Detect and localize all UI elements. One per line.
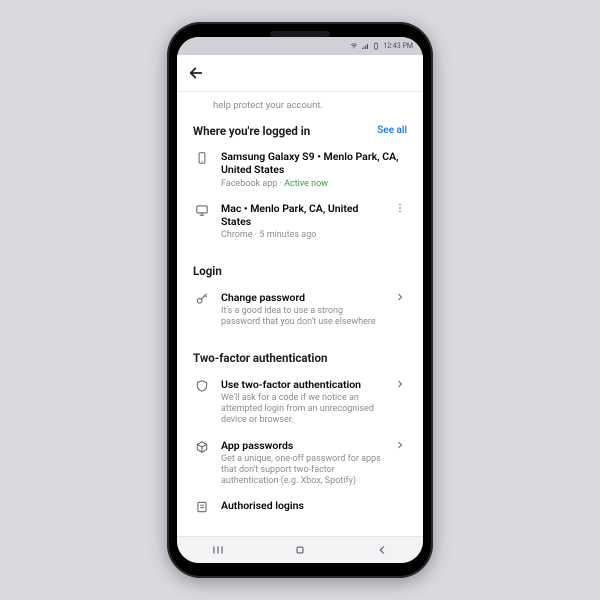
chevron-right-icon <box>393 378 407 390</box>
section-logged-in: Where you're logged in See all <box>193 124 407 138</box>
change-password-title: Change password <box>221 291 383 304</box>
session-row[interactable]: Mac • Menlo Park, CA, United States Chro… <box>193 196 407 248</box>
row-text: Change password It's a good idea to use … <box>221 291 383 329</box>
authorised-logins-row[interactable]: Authorised logins <box>193 493 407 516</box>
smartphone-icon <box>193 151 211 165</box>
cube-icon <box>193 440 211 454</box>
session-text: Mac • Menlo Park, CA, United States Chro… <box>221 202 383 242</box>
battery-icon <box>372 42 380 50</box>
truncated-hint: help protect your account. <box>213 100 407 112</box>
section-login: Login <box>193 264 407 278</box>
system-nav-bar <box>177 536 423 563</box>
desktop-icon <box>193 203 211 217</box>
change-password-row[interactable]: Change password It's a good idea to use … <box>193 285 407 335</box>
stage: 12:43 PM help protect your account. Wher… <box>0 0 600 600</box>
recents-button[interactable] <box>196 540 240 560</box>
section-logged-in-title: Where you're logged in <box>193 124 310 138</box>
settings-list: help protect your account. Where you're … <box>177 100 423 516</box>
session-device: Samsung Galaxy S9 • Menlo Park, CA, Unit… <box>221 150 407 176</box>
wifi-icon <box>350 42 358 50</box>
section-2fa-title: Two-factor authentication <box>193 351 327 365</box>
key-icon <box>193 292 211 306</box>
use-2fa-title: Use two-factor authentication <box>221 378 383 391</box>
use-2fa-row[interactable]: Use two-factor authentication We'll ask … <box>193 372 407 433</box>
section-login-title: Login <box>193 264 222 278</box>
see-all-link[interactable]: See all <box>377 125 407 138</box>
session-row-current[interactable]: Samsung Galaxy S9 • Menlo Park, CA, Unit… <box>193 144 407 196</box>
app-passwords-sub: Get a unique, one-off password for apps … <box>221 454 383 488</box>
app-bar <box>177 55 423 92</box>
session-more-button[interactable] <box>393 202 407 214</box>
scroll-body[interactable]: help protect your account. Where you're … <box>177 92 423 536</box>
row-text: Use two-factor authentication We'll ask … <box>221 378 383 427</box>
status-bar: 12:43 PM <box>177 37 423 55</box>
app-passwords-row[interactable]: App passwords Get a unique, one-off pass… <box>193 433 407 494</box>
session-device: Mac • Menlo Park, CA, United States <box>221 202 383 228</box>
divider <box>193 340 407 341</box>
chevron-right-icon <box>393 439 407 451</box>
section-2fa: Two-factor authentication <box>193 351 407 365</box>
shield-icon <box>193 379 211 393</box>
chevron-right-icon <box>393 291 407 303</box>
session-sub: Facebook app · Active now <box>221 179 407 190</box>
divider <box>193 253 407 254</box>
phone-screen: 12:43 PM help protect your account. Wher… <box>177 37 423 563</box>
session-text: Samsung Galaxy S9 • Menlo Park, CA, Unit… <box>221 150 407 190</box>
authorised-logins-title: Authorised logins <box>221 499 407 512</box>
row-text: App passwords Get a unique, one-off pass… <box>221 439 383 488</box>
use-2fa-sub: We'll ask for a code if we notice an att… <box>221 393 383 427</box>
phone-frame: 12:43 PM help protect your account. Wher… <box>167 22 433 578</box>
change-password-sub: It's a good idea to use a strong passwor… <box>221 306 383 329</box>
list-icon <box>193 500 211 514</box>
status-time: 12:43 PM <box>383 42 413 50</box>
signal-icon <box>361 42 369 50</box>
row-text: Authorised logins <box>221 499 407 512</box>
session-sub: Chrome · 5 minutes ago <box>221 230 383 241</box>
app-passwords-title: App passwords <box>221 439 383 452</box>
back-button[interactable] <box>187 64 205 82</box>
system-back-button[interactable] <box>360 540 404 560</box>
home-button[interactable] <box>278 540 322 560</box>
